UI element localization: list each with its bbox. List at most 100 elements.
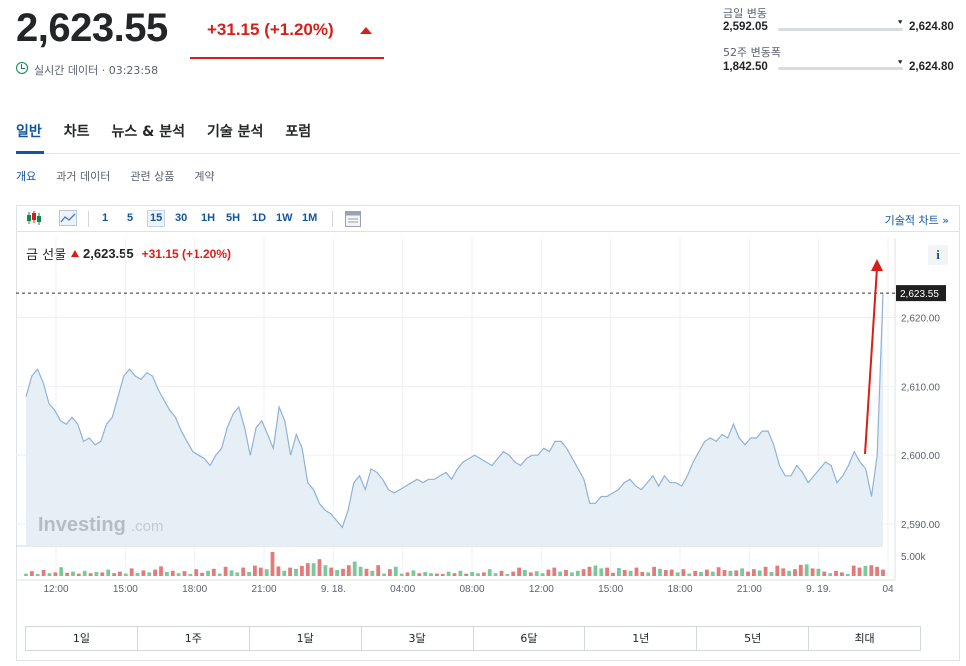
last-price-label: 2,623.55	[900, 289, 939, 300]
volume-bar	[798, 564, 803, 576]
volume-bar	[482, 572, 486, 576]
volume-bar	[470, 572, 474, 576]
volume-bar	[71, 571, 75, 576]
price-chart: 2,620.00 2,610.00 2,600.00 2,590.00 5.00k 12…	[16, 238, 946, 595]
volume-bar	[276, 566, 281, 576]
volume-bar	[200, 572, 204, 576]
x-tick-label: 21:00	[251, 584, 276, 595]
volume-bar	[511, 571, 516, 576]
volume-bar	[170, 570, 175, 576]
volume-bar	[845, 574, 850, 576]
volume-bar	[687, 573, 692, 576]
volume-bar	[182, 571, 187, 576]
volume-bar	[781, 568, 786, 576]
volume-bar	[464, 573, 469, 576]
volume-bar	[523, 570, 527, 576]
volume-bar	[382, 573, 386, 576]
volume-bar	[575, 570, 580, 576]
period-max[interactable]: 최대	[809, 627, 920, 650]
volume-bar	[528, 572, 533, 576]
volume-bar	[787, 570, 791, 576]
volume-bar	[634, 567, 639, 576]
period-5y[interactable]: 5년	[697, 627, 810, 650]
volume-bar	[611, 572, 615, 576]
y-tick-label: 2,620.00	[901, 314, 940, 325]
volume-bar	[329, 567, 334, 576]
volume-bar	[65, 572, 69, 576]
volume-bar	[476, 573, 480, 576]
volume-bar	[405, 572, 410, 576]
volume-bar	[264, 569, 269, 576]
volume-bar	[311, 563, 316, 576]
period-1y[interactable]: 1년	[585, 627, 698, 650]
volume-bar	[546, 569, 551, 576]
x-tick-label: 9. 19.	[806, 584, 831, 595]
volume-bar	[493, 573, 498, 576]
volume-tick-label: 5.00k	[901, 552, 926, 563]
volume-bars	[24, 552, 885, 576]
volume-bar	[757, 570, 762, 576]
volume-bar	[875, 566, 879, 576]
volume-bar	[94, 572, 99, 576]
volume-bar	[646, 572, 651, 576]
volume-bar	[752, 569, 756, 576]
volume-bar	[705, 569, 709, 576]
volume-bar	[294, 568, 298, 576]
volume-bar	[816, 568, 821, 576]
volume-bar	[35, 574, 40, 576]
volume-bar	[599, 568, 604, 576]
volume-bar	[376, 565, 381, 576]
period-1w[interactable]: 1주	[138, 627, 250, 650]
volume-bar	[851, 565, 856, 576]
period-3m[interactable]: 3달	[362, 627, 474, 650]
volume-bar	[446, 571, 451, 576]
period-6m[interactable]: 6달	[474, 627, 586, 650]
volume-bar	[305, 563, 310, 576]
volume-bar	[88, 573, 93, 576]
x-axis: 12:00 15:00 18:00 21:00 9. 18. 04:00 08:00 12:0…	[43, 584, 894, 595]
volume-bar	[857, 567, 862, 576]
volume-bar	[617, 568, 621, 576]
volume-bar	[423, 572, 428, 576]
volume-bar	[728, 570, 733, 576]
volume-bar	[341, 568, 345, 576]
volume-bar	[123, 573, 128, 576]
x-tick-label: 21:00	[737, 584, 762, 595]
volume-bar	[241, 567, 246, 576]
volume-bar	[129, 568, 134, 576]
volume-bar	[740, 568, 744, 576]
x-tick-label: 08:00	[459, 584, 484, 595]
volume-bar	[388, 569, 392, 576]
volume-bar	[288, 567, 292, 576]
volume-bar	[258, 567, 263, 576]
volume-bar	[716, 567, 721, 576]
volume-bar	[517, 567, 521, 576]
period-selector: 1일 1주 1달 3달 6달 1년 5년 최대	[25, 626, 921, 651]
volume-bar	[335, 570, 339, 576]
period-1m[interactable]: 1달	[250, 627, 362, 650]
volume-bar	[24, 573, 28, 576]
volume-bar	[159, 566, 163, 576]
volume-bar	[53, 572, 58, 576]
volume-bar	[229, 570, 234, 576]
volume-bar	[194, 569, 199, 576]
volume-bar	[499, 570, 504, 576]
volume-bar	[681, 569, 686, 576]
last-price-marker: 2,623.55	[16, 285, 946, 302]
volume-bar	[282, 570, 287, 576]
volume-bar	[323, 565, 328, 576]
volume-bar	[253, 565, 257, 576]
price-area	[26, 293, 883, 546]
watermark-logo: Investing .com	[38, 514, 164, 536]
x-tick-label: 9. 18.	[321, 584, 346, 595]
period-1d[interactable]: 1일	[26, 627, 138, 650]
volume-bar	[793, 569, 797, 576]
volume-bar	[452, 573, 457, 576]
volume-bar	[769, 572, 774, 576]
volume-bar	[435, 573, 439, 576]
volume-bar	[775, 565, 780, 576]
volume-bar	[317, 559, 322, 576]
volume-bar	[669, 569, 674, 576]
volume-bar	[734, 570, 739, 576]
volume-bar	[141, 570, 146, 576]
